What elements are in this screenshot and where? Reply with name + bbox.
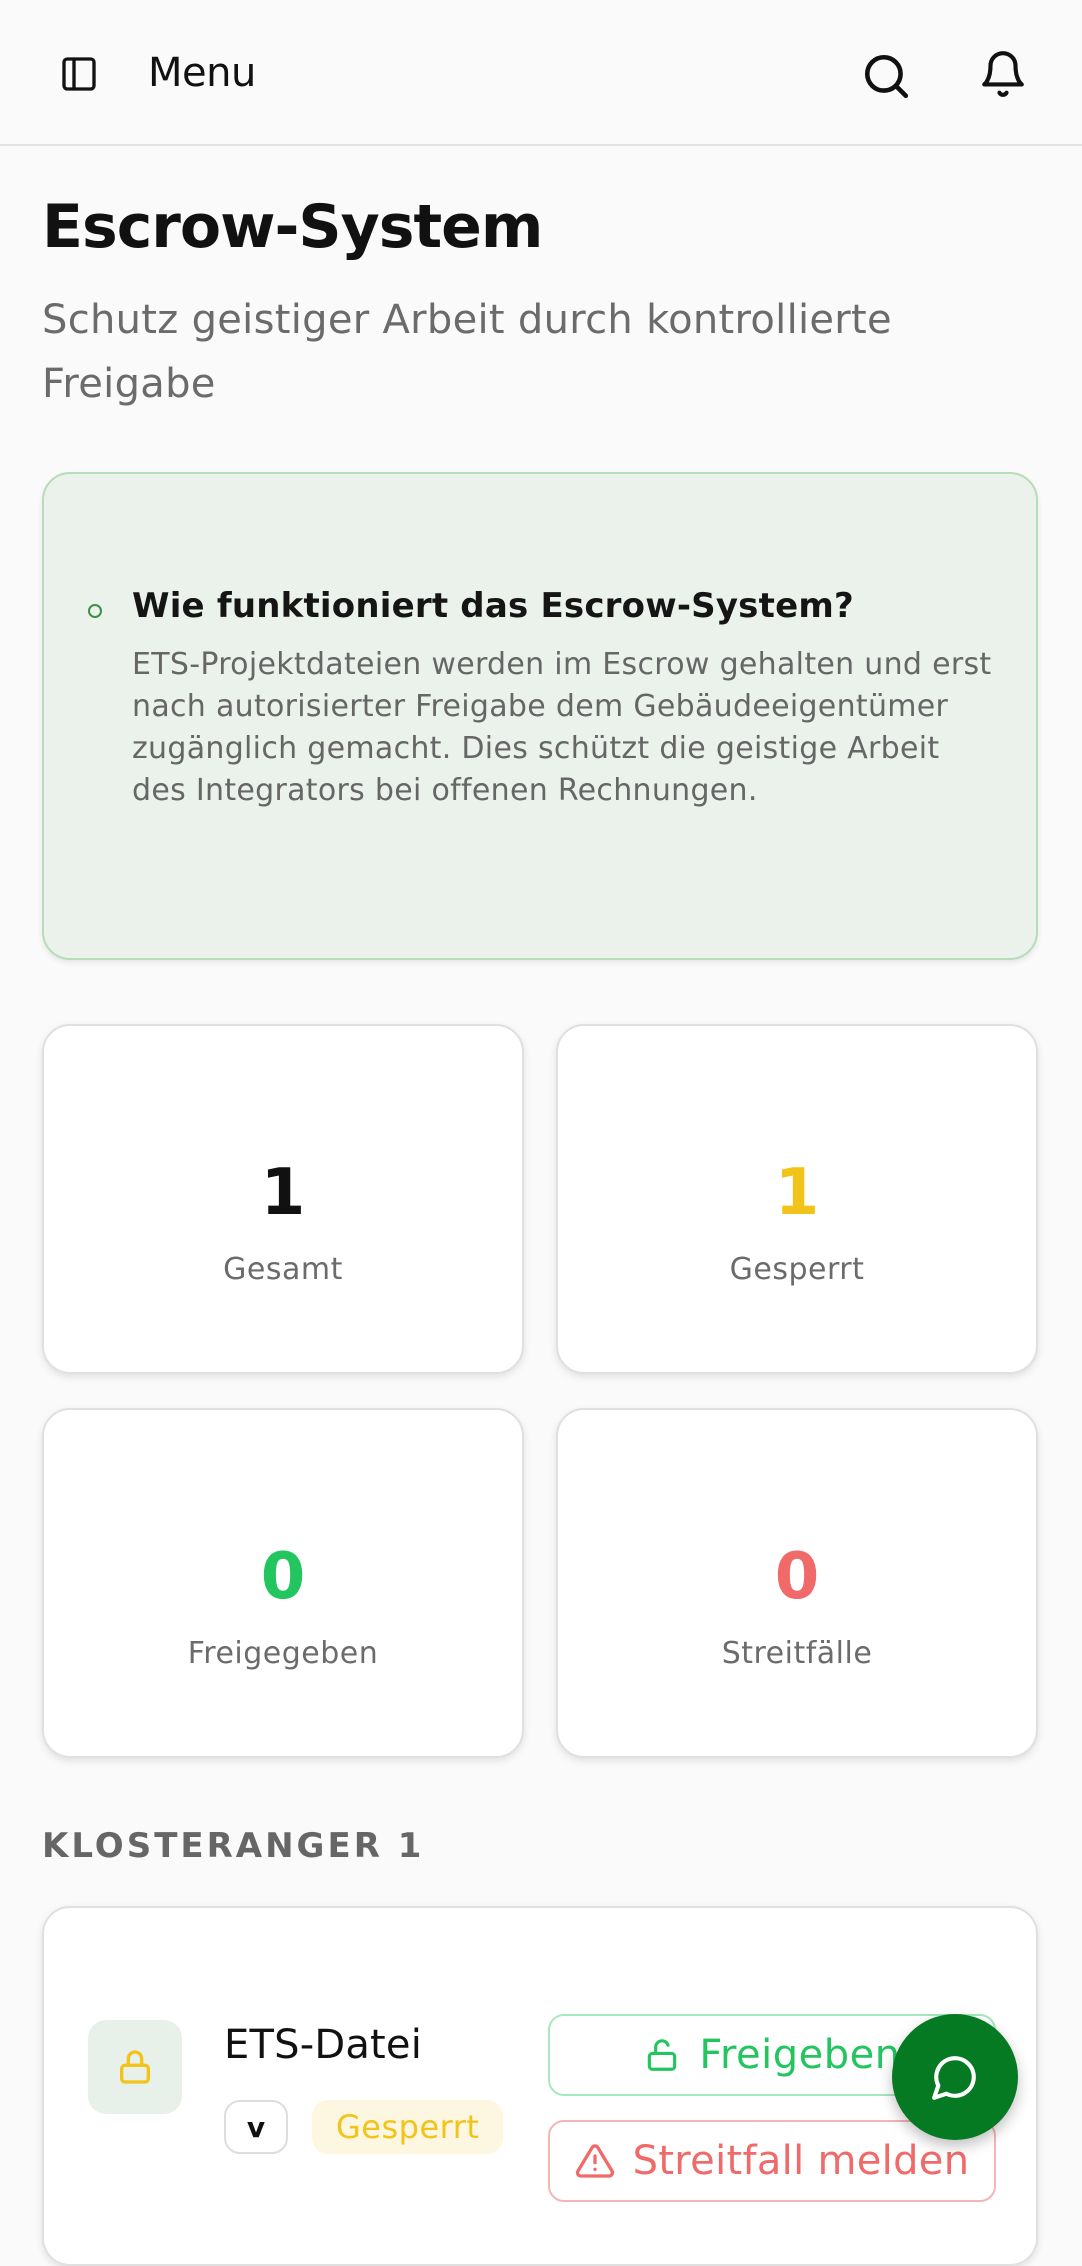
section-heading: KLOSTERANGER 1: [42, 1826, 425, 1866]
chat-bubble-icon: [932, 2056, 976, 2100]
top-bar: Menu: [0, 0, 1082, 146]
sidebar-toggle-icon[interactable]: [54, 52, 104, 96]
stat-card-locked: 1 Gesperrt: [556, 1024, 1038, 1374]
info-title: Wie funktioniert das Escrow-System?: [132, 586, 854, 626]
stat-label-released: Freigegeben: [187, 1636, 379, 1671]
version-badge: v: [224, 2100, 288, 2154]
file-name: ETS-Datei: [224, 2022, 423, 2068]
bullet-icon: [88, 604, 102, 618]
unlock-icon: [648, 2039, 677, 2071]
stat-card-released: 0 Freigegeben: [42, 1408, 524, 1758]
info-text: ETS-Projektdateien werden im Escrow geha…: [132, 647, 992, 808]
stat-value-locked: 1: [774, 1156, 820, 1230]
bell-icon[interactable]: [975, 46, 1031, 102]
stat-card-disputes: 0 Streitfälle: [556, 1408, 1038, 1758]
info-card: Wie funktioniert das Escrow-System? ETS-…: [42, 472, 1038, 960]
menu-label[interactable]: Menu: [148, 50, 256, 96]
stat-value-total: 1: [260, 1156, 306, 1230]
stat-label-locked: Gesperrt: [729, 1252, 865, 1287]
status-badge: Gesperrt: [312, 2100, 504, 2154]
chat-button[interactable]: [892, 2014, 1018, 2140]
search-icon[interactable]: [858, 48, 914, 104]
release-button-label: Freigeben: [699, 2032, 901, 2078]
escrow-file-card: ETS-Datei v Gesperrt Freigeben Streitfal…: [42, 1906, 1038, 2266]
stat-value-released: 0: [260, 1540, 306, 1614]
stat-label-disputes: Streitfälle: [721, 1636, 873, 1671]
page-title: Escrow-System: [42, 192, 543, 262]
lock-icon: [88, 2020, 182, 2114]
stat-value-disputes: 0: [774, 1540, 820, 1614]
stat-card-total: 1 Gesamt: [42, 1024, 524, 1374]
page-subtitle: Schutz geistiger Arbeit durch kontrollie…: [42, 297, 892, 407]
report-dispute-label: Streitfall melden: [632, 2138, 970, 2184]
stat-label-total: Gesamt: [223, 1252, 343, 1287]
warning-icon: [575, 2144, 614, 2178]
